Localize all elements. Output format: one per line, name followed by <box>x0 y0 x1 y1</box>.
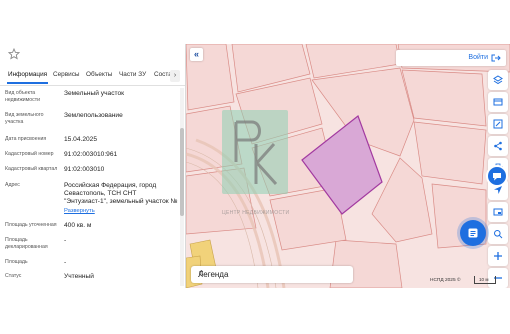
watermark-text: ЦЕНТР НЕДВИЖИМОСТИ <box>222 210 290 216</box>
app-frame: Информация Сервисы Объекты Части ЗУ Сост… <box>0 44 510 288</box>
share-icon <box>494 141 502 151</box>
address-text: Российская Федерация, город Севастополь,… <box>64 182 178 205</box>
star-icon[interactable] <box>8 48 20 60</box>
chevron-updown-icon: ⇕ <box>198 269 205 278</box>
row-value: 400 кв. м <box>64 222 92 229</box>
row-label: Площадь уточненная <box>5 222 57 228</box>
screen-button[interactable] <box>488 202 508 222</box>
row-label: Кадастровый номер <box>5 151 54 157</box>
scale-label: 10 м <box>479 277 489 282</box>
edit-map-button[interactable] <box>488 114 508 134</box>
card-button[interactable] <box>488 92 508 112</box>
tab-info[interactable]: Информация <box>6 71 49 84</box>
assistant-button[interactable] <box>460 220 486 246</box>
collapse-panel-button[interactable]: « <box>190 48 203 61</box>
tab-parts[interactable]: Части ЗУ <box>119 71 146 78</box>
row-label: Адрес <box>5 182 20 188</box>
share-button[interactable] <box>488 136 508 156</box>
layers-button[interactable] <box>488 70 508 90</box>
expand-link[interactable]: Развернуть <box>64 207 180 215</box>
row-label: Статус <box>5 273 22 279</box>
chat-icon <box>493 173 501 181</box>
row-value: Землепользование <box>64 112 123 119</box>
panel-scrollbar-thumb[interactable] <box>180 128 184 216</box>
row-label: Кадастровый квартал <box>5 166 58 172</box>
login-button[interactable]: Войти <box>396 50 506 66</box>
tab-objects[interactable]: Объекты <box>86 71 112 78</box>
row-label: Дата присвоения <box>5 136 47 142</box>
search-map-icon <box>494 230 503 239</box>
row-value: 91:02:003010 <box>64 166 105 173</box>
layers-icon <box>493 75 503 85</box>
tab-services[interactable]: Сервисы <box>53 71 79 78</box>
plus-icon <box>494 252 502 260</box>
row-value: - <box>64 259 67 266</box>
row-value: Учтенный <box>64 273 94 280</box>
list-icon <box>468 228 478 238</box>
map-attribution: НСПД 2025 © <box>430 278 461 283</box>
screen-icon <box>493 208 503 216</box>
row-label: Площадь <box>5 259 28 265</box>
row-value: Российская Федерация, город Севастополь,… <box>64 182 180 215</box>
info-panel: Информация Сервисы Объекты Части ЗУ Сост… <box>0 44 186 288</box>
card-icon <box>493 98 503 106</box>
row-label: Площадь декларированная <box>5 237 48 250</box>
scale-bar: 10 м <box>474 276 496 284</box>
zoom-in-button[interactable] <box>488 246 508 266</box>
row-value: 91:02:003010:961 <box>64 151 118 158</box>
edit-map-icon <box>493 119 503 129</box>
tab-bar: Информация Сервисы Объекты Части ЗУ Сост… <box>0 68 185 86</box>
legend-dropdown[interactable]: Легенда ⇕ <box>191 266 353 283</box>
login-label: Войти <box>468 54 488 61</box>
row-label: Вид земельного участка <box>5 112 44 125</box>
map-view[interactable]: ЦЕНТР НЕДВИЖИМОСТИ « Войти Легенда ⇕ НСП… <box>186 44 510 288</box>
chat-button[interactable] <box>486 165 508 187</box>
row-value: Земельный участок <box>64 90 125 97</box>
watermark-logo <box>222 110 288 194</box>
row-value: 15.04.2025 <box>64 136 98 143</box>
login-icon <box>491 54 501 62</box>
search-map-button[interactable] <box>488 224 508 244</box>
tabs-scroll-right-button[interactable]: › <box>170 70 180 82</box>
row-value: - <box>64 237 67 244</box>
row-label: Вид объекта недвижимости <box>5 90 41 103</box>
